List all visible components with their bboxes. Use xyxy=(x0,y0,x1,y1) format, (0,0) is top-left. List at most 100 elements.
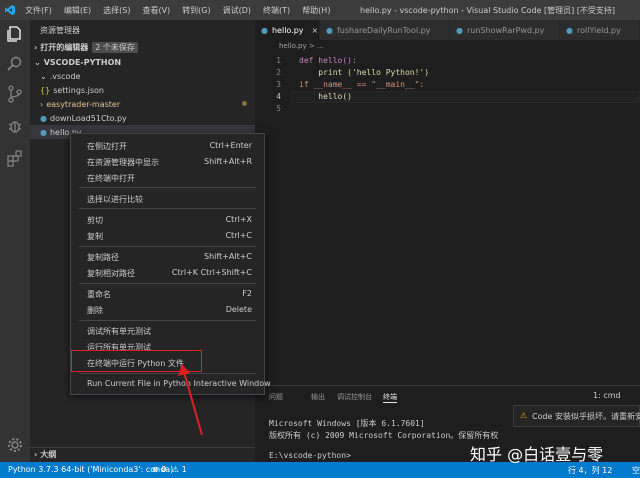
line-number: 4 xyxy=(276,92,281,101)
breadcrumb[interactable]: hello.py > ... xyxy=(279,42,324,50)
tab-debug-console[interactable]: 调试控制台 xyxy=(337,392,372,402)
menu-item-label: 重命名 xyxy=(87,290,111,299)
menu-item-label: 选择以进行比较 xyxy=(87,195,143,204)
tab-output[interactable]: 输出 xyxy=(311,392,325,402)
indentation[interactable]: 空 xyxy=(632,465,640,476)
menu-file[interactable]: 文件(F) xyxy=(19,5,58,16)
tab-rollyield[interactable]: ● rollYield.py xyxy=(560,20,640,40)
menu-item-copy[interactable]: 复制 Ctrl+C xyxy=(71,228,264,244)
notification-toast[interactable]: ⚠ Code 安装似乎损坏。请重新安 xyxy=(513,405,640,427)
terminal-prompt[interactable]: E:\vscode-python> xyxy=(269,451,351,460)
menu-item-cut[interactable]: 剪切 Ctrl+X xyxy=(71,212,264,228)
line-number: 5 xyxy=(276,104,281,113)
menu-item-label: 在终端中打开 xyxy=(87,174,135,183)
menu-view[interactable]: 查看(V) xyxy=(136,5,176,16)
outline-section[interactable]: › 大纲 xyxy=(30,447,255,461)
watermark: 知乎 @白话壹与零 xyxy=(470,445,604,464)
chevron-right-icon: › xyxy=(40,99,44,109)
python-file-icon: ● xyxy=(261,25,268,35)
tree-item-download51cto[interactable]: ● downLoad51Cto.py xyxy=(30,111,255,125)
menu-edit[interactable]: 编辑(E) xyxy=(58,5,97,16)
menu-item-reveal-in-explorer[interactable]: 在资源管理器中显示 Shift+Alt+R xyxy=(71,154,264,170)
python-file-icon: ● xyxy=(40,113,47,123)
line-number: 3 xyxy=(276,80,281,89)
sidebar-header: 资源管理器 xyxy=(30,23,255,37)
project-section[interactable]: ⌄ VSCODE-PYTHON xyxy=(30,55,255,69)
menu-item-debug-all-tests[interactable]: 调试所有单元测试 xyxy=(71,323,264,339)
menu-item-shortcut: Ctrl+C xyxy=(225,231,252,240)
json-file-icon: {} xyxy=(40,85,51,95)
tab-terminal[interactable]: 终端 xyxy=(383,392,397,403)
menu-item-label: 在侧边打开 xyxy=(87,142,127,151)
menu-terminal[interactable]: 终端(T) xyxy=(257,5,296,16)
error-count: 0 xyxy=(161,465,167,474)
error-icon: ⊗ xyxy=(152,465,159,474)
tree-item-easytrader[interactable]: › easytrader-master xyxy=(30,97,255,111)
problems-indicator[interactable]: ⊗ 0 ⚠ 1 xyxy=(152,465,187,474)
unsaved-badge: 2 个未保存 xyxy=(92,41,138,53)
code-line: hello() xyxy=(299,92,352,101)
menu-separator xyxy=(79,208,256,209)
tab-problems[interactable]: 问题 xyxy=(269,392,283,402)
menu-item-open-in-terminal[interactable]: 在终端中打开 xyxy=(71,170,264,186)
window-title: hello.py - vscode-python - Visual Studio… xyxy=(360,6,616,15)
tab-label: hello.py xyxy=(271,25,304,35)
menu-debug[interactable]: 调试(D) xyxy=(217,5,257,16)
title-bar: 文件(F) 编辑(E) 选择(S) 查看(V) 转到(G) 调试(D) 终端(T… xyxy=(0,0,640,20)
code-editor[interactable]: hello.py > ... 1 2 3 4 5 def hello(): pr… xyxy=(255,40,640,385)
source-control-icon[interactable] xyxy=(5,84,25,104)
menu-separator xyxy=(79,187,256,188)
menu-item-copy-relative-path[interactable]: 复制相对路径 Ctrl+K Ctrl+Shift+C xyxy=(71,265,264,281)
tab-hello-py[interactable]: ● hello.py × xyxy=(255,20,320,40)
debug-icon[interactable] xyxy=(5,116,25,136)
tab-runshowrarpwd[interactable]: ● runShowRarPwd.py xyxy=(450,20,560,40)
cursor-position[interactable]: 行 4，列 12 xyxy=(568,465,612,476)
terminal-select[interactable]: 1: cmd xyxy=(593,391,621,400)
tree-item-settings-json[interactable]: {} settings.json xyxy=(30,83,255,97)
menu-item-shortcut: F2 xyxy=(242,289,252,298)
menu-item-label: 复制 xyxy=(87,232,103,241)
extensions-icon[interactable] xyxy=(5,148,25,168)
chevron-right-icon: › xyxy=(34,42,38,52)
menu-item-run-in-interactive-window[interactable]: Run Current File in Python Interactive W… xyxy=(71,376,271,392)
chevron-right-icon: › xyxy=(34,450,38,459)
menu-selection[interactable]: 选择(S) xyxy=(97,5,136,16)
menu-item-rename[interactable]: 重命名 F2 xyxy=(71,286,264,302)
project-label: VSCODE-PYTHON xyxy=(43,57,122,67)
open-editors-label: 打开的编辑器 xyxy=(40,42,89,52)
annotation-arrow-icon xyxy=(178,364,203,436)
tab-fushare[interactable]: ● fushareDailyRunTool.py xyxy=(320,20,450,40)
menu-item-label: 删除 xyxy=(87,306,103,315)
python-interpreter[interactable]: Python 3.7.3 64-bit ('Miniconda3': conda… xyxy=(8,465,173,474)
outline-label: 大纲 xyxy=(40,450,57,459)
chevron-down-icon: ⌄ xyxy=(34,57,41,67)
activity-bar xyxy=(0,20,30,462)
python-file-icon: ● xyxy=(40,127,47,137)
open-editors-section[interactable]: › 打开的编辑器 2 个未保存 xyxy=(30,40,255,54)
explorer-icon[interactable] xyxy=(5,24,25,44)
menu-item-select-for-compare[interactable]: 选择以进行比较 xyxy=(71,191,264,207)
sidebar-title: 资源管理器 xyxy=(40,25,80,35)
search-icon[interactable] xyxy=(5,54,25,74)
menu-go[interactable]: 转到(G) xyxy=(176,5,216,16)
menu-item-open-to-side[interactable]: 在侧边打开 Ctrl+Enter xyxy=(71,138,264,154)
tab-label: runShowRarPwd.py xyxy=(466,25,545,35)
menu-help[interactable]: 帮助(H) xyxy=(296,5,336,16)
close-icon[interactable]: × xyxy=(312,26,319,35)
warning-icon: ⚠ xyxy=(520,411,528,420)
menu-item-copy-path[interactable]: 复制路径 Shift+Alt+C xyxy=(71,249,264,265)
menu-item-shortcut: Delete xyxy=(225,305,252,314)
menu-bar: 文件(F) 编辑(E) 选择(S) 查看(V) 转到(G) 调试(D) 终端(T… xyxy=(19,5,336,16)
tab-label: rollYield.py xyxy=(576,25,621,35)
warning-count: 1 xyxy=(181,465,187,474)
code-line: if __name__ == "__main__": xyxy=(299,80,425,89)
tree-item-label: downLoad51Cto.py xyxy=(49,113,127,123)
menu-item-label: 复制相对路径 xyxy=(87,269,135,278)
menu-separator xyxy=(79,246,256,247)
tree-item-vscode[interactable]: ⌄ .vscode xyxy=(30,69,255,83)
menu-item-shortcut: Shift+Alt+C xyxy=(203,252,252,261)
notification-text: Code 安装似乎损坏。请重新安 xyxy=(532,412,640,421)
code-line: print ('hello Python!') xyxy=(299,68,430,77)
menu-item-delete[interactable]: 删除 Delete xyxy=(71,302,264,318)
settings-gear-icon[interactable] xyxy=(5,435,25,455)
